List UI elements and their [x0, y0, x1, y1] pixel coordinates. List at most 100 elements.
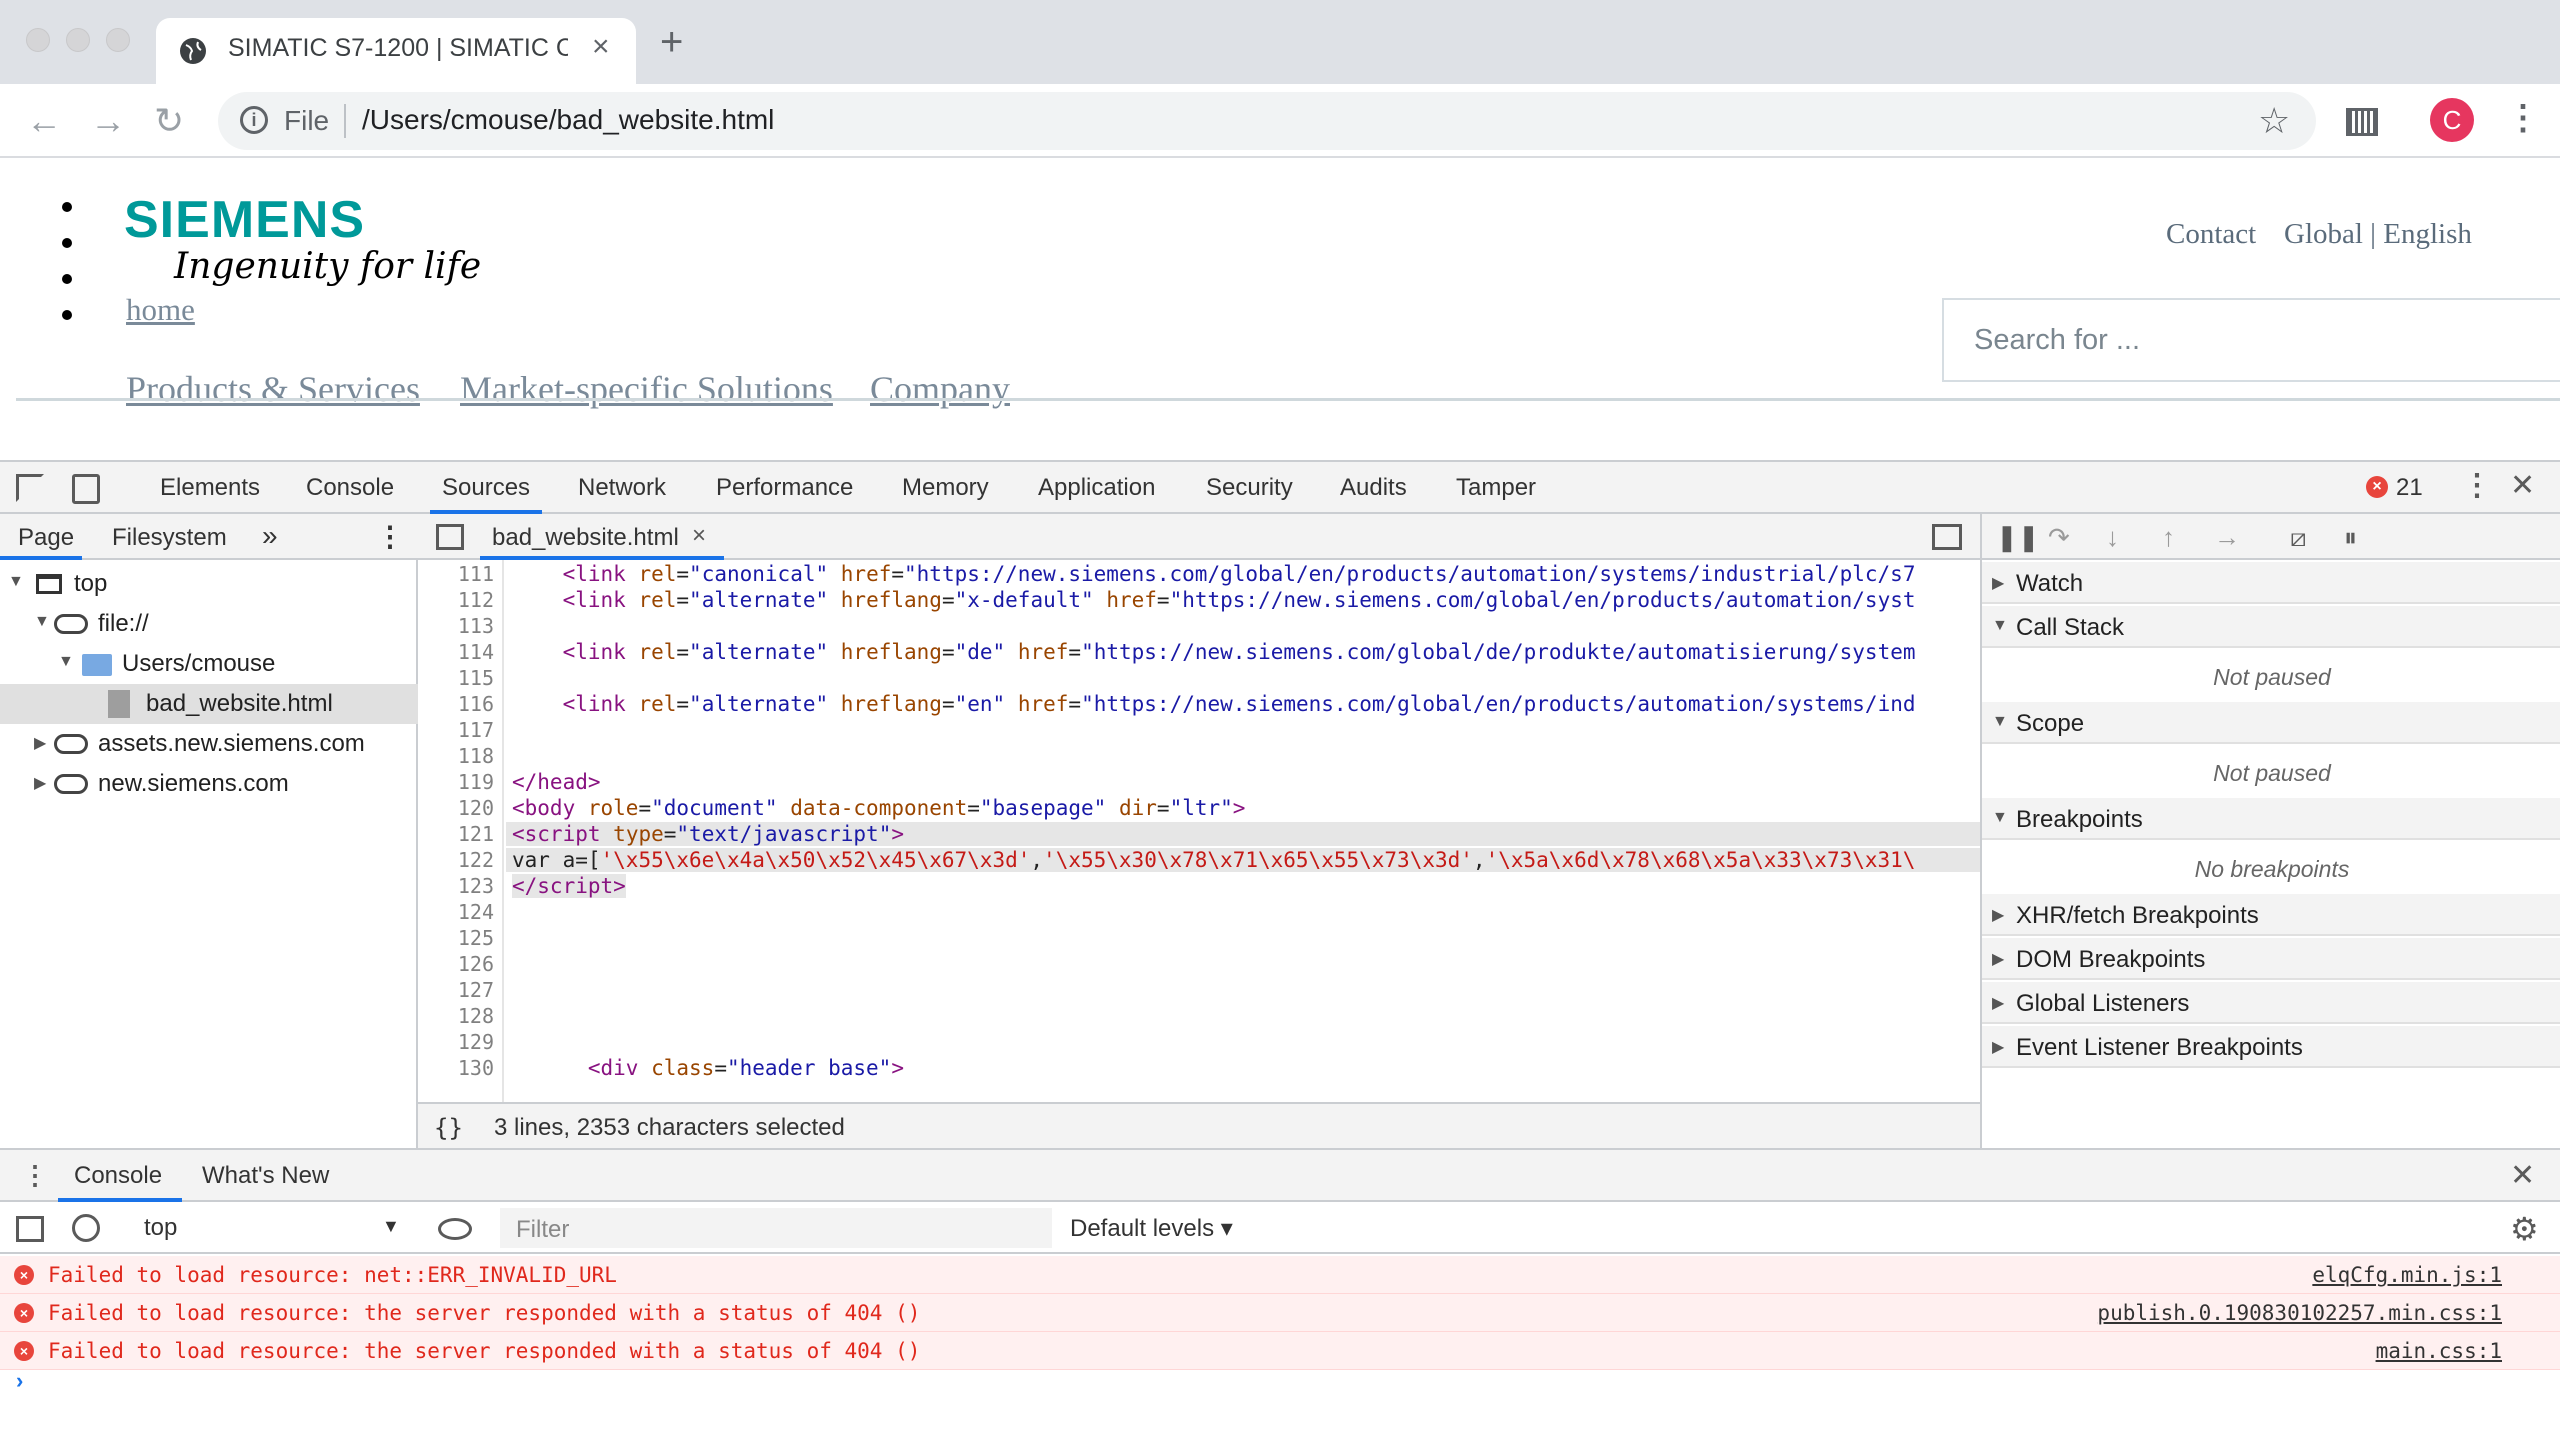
nav-link-products[interactable]: Products & Services — [126, 368, 420, 410]
line-number[interactable]: 113 — [458, 614, 494, 638]
code-line[interactable]: var a=['\x55\x6e\x4a\x50\x52\x45\x67\x3d… — [506, 848, 1980, 872]
context-selector[interactable]: top — [144, 1214, 177, 1242]
reload-button[interactable]: ↻ — [154, 100, 184, 142]
devtools-menu-icon[interactable]: ⋮ — [2462, 468, 2492, 503]
gear-icon[interactable]: ⚙ — [2510, 1210, 2539, 1248]
error-icon[interactable]: × — [2366, 476, 2388, 498]
code-line[interactable]: <body role="document" data-component="ba… — [512, 796, 1245, 820]
step-into-icon[interactable]: ↓ — [2106, 522, 2119, 553]
tree-item-bad-website[interactable]: bad_website.html — [0, 684, 418, 724]
browser-tab[interactable]: SIMATIC S7-1200 | SIMATIC Co × — [156, 18, 636, 84]
code-line[interactable]: <link rel="alternate" hreflang="en" href… — [512, 692, 1916, 716]
collapsed-triangle-icon[interactable]: ▶ — [1992, 993, 2004, 1013]
section-dom-breakpoints[interactable]: ▶ DOM Breakpoints — [1982, 938, 2560, 980]
line-number[interactable]: 117 — [458, 718, 494, 742]
pause-on-exceptions-icon[interactable]: ⏸ — [2344, 522, 2357, 554]
toggle-navigator-icon[interactable] — [436, 524, 464, 550]
tree-item-file-origin[interactable]: ▼ file:// — [0, 604, 418, 644]
error-count[interactable]: 21 — [2396, 474, 2423, 502]
tab-security[interactable]: Security — [1206, 474, 1293, 502]
navigator-tab-page[interactable]: Page — [18, 524, 74, 552]
tab-console[interactable]: Console — [306, 474, 394, 502]
section-global-listeners[interactable]: ▶ Global Listeners — [1982, 982, 2560, 1024]
url-text[interactable]: /Users/cmouse/bad_website.html — [362, 104, 774, 136]
collapsed-triangle-icon[interactable]: ▶ — [1992, 573, 2004, 593]
tab-application[interactable]: Application — [1038, 474, 1155, 502]
tab-memory[interactable]: Memory — [902, 474, 989, 502]
collapsed-triangle-icon[interactable]: ▶ — [1992, 949, 2004, 969]
devtools-close-icon[interactable]: ✕ — [2510, 468, 2535, 503]
address-bar[interactable]: i File /Users/cmouse/bad_website.html ☆ — [218, 92, 2316, 150]
toggle-debugger-icon[interactable] — [1932, 524, 1962, 550]
console-sidebar-icon[interactable] — [16, 1216, 44, 1242]
language-link[interactable]: Global | English — [2284, 218, 2472, 251]
tab-performance[interactable]: Performance — [716, 474, 853, 502]
line-number[interactable]: 127 — [458, 978, 494, 1002]
line-number[interactable]: 122 — [458, 848, 494, 872]
line-number[interactable]: 112 — [458, 588, 494, 612]
expanded-triangle-icon[interactable]: ▼ — [1992, 809, 2008, 827]
navigator-menu-icon[interactable]: ⋮ — [376, 520, 404, 553]
bookmark-star-icon[interactable]: ☆ — [2258, 100, 2290, 142]
close-file-icon[interactable]: × — [692, 522, 706, 550]
section-scope[interactable]: ▼ Scope — [1982, 702, 2560, 744]
line-number[interactable]: 124 — [458, 900, 494, 924]
section-watch[interactable]: ▶ Watch — [1982, 562, 2560, 604]
contact-link[interactable]: Contact — [2166, 218, 2256, 251]
nav-link-market-solutions[interactable]: Market-specific Solutions — [460, 368, 833, 410]
console-source-link[interactable]: publish.0.190830102257.min.css:1 — [2097, 1301, 2502, 1325]
tree-item-users-folder[interactable]: ▼ Users/cmouse — [0, 644, 418, 684]
editor-file-tab[interactable]: bad_website.html — [492, 524, 679, 552]
clear-console-icon[interactable] — [72, 1214, 100, 1242]
tab-sources[interactable]: Sources — [442, 474, 530, 502]
site-search-input[interactable]: Search for ... — [1942, 298, 2560, 382]
browser-menu-icon[interactable]: ⋮ — [2506, 98, 2540, 138]
code-line[interactable]: <link rel="canonical" href="https://new.… — [512, 562, 1916, 586]
code-line[interactable]: <script type="text/javascript"> — [506, 822, 1980, 846]
chevron-down-icon[interactable]: ▼ — [382, 1216, 400, 1237]
collapsed-triangle-icon[interactable]: ▶ — [34, 773, 46, 793]
console-source-link[interactable]: main.css:1 — [2376, 1339, 2502, 1363]
window-zoom-button[interactable] — [106, 28, 130, 52]
section-event-listener-breakpoints[interactable]: ▶ Event Listener Breakpoints — [1982, 1026, 2560, 1068]
collapsed-triangle-icon[interactable]: ▶ — [1992, 905, 2004, 925]
device-toolbar-icon[interactable] — [72, 474, 100, 504]
extension-icon[interactable] — [2346, 108, 2378, 136]
section-xhr-fetch-breakpoints[interactable]: ▶ XHR/fetch Breakpoints — [1982, 894, 2560, 936]
tab-elements[interactable]: Elements — [160, 474, 260, 502]
step-over-icon[interactable]: ↷ — [2048, 522, 2070, 553]
collapsed-triangle-icon[interactable]: ▶ — [34, 733, 46, 753]
info-icon[interactable]: i — [240, 106, 268, 134]
console-filter-input[interactable]: Filter — [500, 1208, 1052, 1248]
line-number[interactable]: 130 — [458, 1056, 494, 1080]
code-line[interactable]: </head> — [512, 770, 601, 794]
nav-link-company[interactable]: Company — [870, 368, 1010, 410]
window-minimize-button[interactable] — [66, 28, 90, 52]
tab-audits[interactable]: Audits — [1340, 474, 1407, 502]
line-number[interactable]: 114 — [458, 640, 494, 664]
drawer-close-icon[interactable]: ✕ — [2510, 1158, 2535, 1193]
line-number[interactable]: 129 — [458, 1030, 494, 1054]
profile-avatar[interactable]: C — [2430, 98, 2474, 142]
tab-close-icon[interactable]: × — [592, 30, 610, 64]
line-number[interactable]: 111 — [458, 562, 494, 586]
console-prompt[interactable]: › — [16, 1368, 23, 1394]
expanded-triangle-icon[interactable]: ▼ — [34, 613, 50, 631]
drawer-menu-icon[interactable]: ⋮ — [22, 1160, 48, 1191]
drawer-tab-console[interactable]: Console — [74, 1162, 162, 1190]
collapsed-triangle-icon[interactable]: ▶ — [1992, 1037, 2004, 1057]
inspect-element-icon[interactable] — [16, 474, 44, 502]
line-number[interactable]: 128 — [458, 1004, 494, 1028]
console-source-link[interactable]: elqCfg.min.js:1 — [2312, 1263, 2502, 1287]
home-link[interactable]: home — [126, 292, 195, 328]
line-number[interactable]: 116 — [458, 692, 494, 716]
line-number[interactable]: 119 — [458, 770, 494, 794]
tree-item-new-siemens-origin[interactable]: ▶ new.siemens.com — [0, 764, 418, 804]
step-out-icon[interactable]: ↑ — [2162, 522, 2175, 553]
line-number[interactable]: 121 — [458, 822, 494, 846]
line-number[interactable]: 126 — [458, 952, 494, 976]
expanded-triangle-icon[interactable]: ▼ — [1992, 617, 2008, 635]
tree-item-top[interactable]: ▼ top — [0, 564, 418, 604]
log-levels-dropdown[interactable]: Default levels ▾ — [1070, 1214, 1233, 1243]
eye-icon[interactable] — [438, 1218, 472, 1240]
